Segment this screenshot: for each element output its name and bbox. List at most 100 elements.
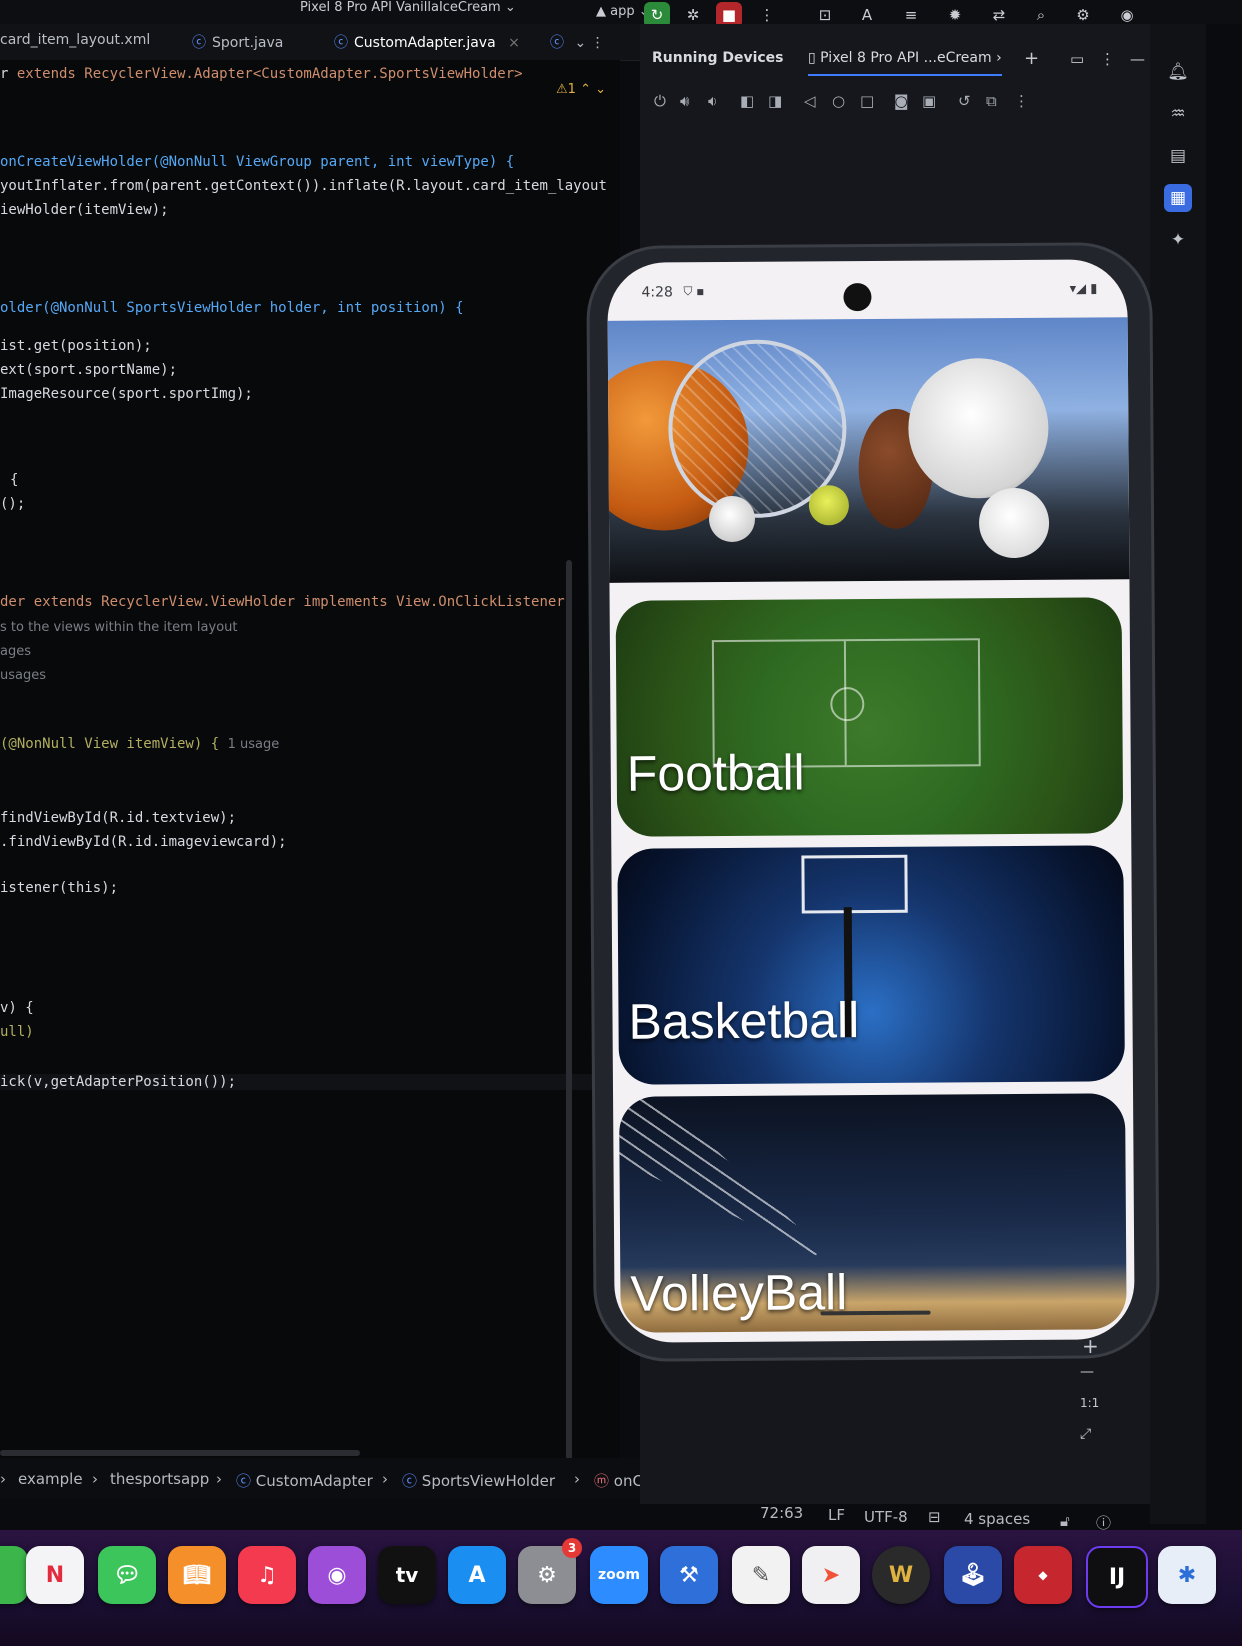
right-tool-strip: 🔔︎ ♒ ▤ ▦ ✦	[1150, 24, 1206, 1524]
top-toolbar: Pixel 8 Pro API VanillaIceCream ⌄ ▲ app …	[0, 0, 1242, 28]
caret-position[interactable]: 72:63	[760, 1504, 803, 1522]
translate-icon: A	[861, 6, 873, 24]
breadcrumb-label: CustomAdapter	[255, 1472, 373, 1490]
dock-zoom-icon[interactable]: zoom	[590, 1546, 648, 1604]
file-encoding[interactable]: UTF-8	[864, 1508, 908, 1526]
dock-music-icon[interactable]: ♫	[238, 1546, 296, 1604]
code-line-3: youtInflater.from(parent.getContext()).i…	[0, 178, 607, 194]
code-line-19: v) {	[0, 1000, 34, 1016]
notifications-button[interactable]: 🔔︎	[1164, 58, 1192, 86]
dock-facetime-icon[interactable]	[0, 1546, 28, 1604]
dock-textedit-icon[interactable]: ✎	[732, 1546, 790, 1604]
rotate-left-icon[interactable]: ◧	[740, 92, 754, 110]
editor-vertical-scrollbar[interactable]	[566, 560, 572, 1460]
usage-hint[interactable]: 1 usage	[228, 737, 280, 752]
breadcrumb-item[interactable]: ⓒ CustomAdapter	[236, 1470, 373, 1491]
line-ending[interactable]: LF	[828, 1506, 845, 1524]
dock-xcode-icon[interactable]: ⚒	[660, 1546, 718, 1604]
zoom-out-button[interactable]: —	[1080, 1364, 1094, 1380]
device-file-explorer-button[interactable]: ▤	[1164, 142, 1192, 170]
minimize-icon[interactable]: —	[1130, 50, 1145, 68]
record-icon[interactable]: ▣	[922, 92, 936, 110]
snapshot-icon[interactable]: ⧉	[986, 92, 997, 110]
volume-down-icon[interactable]: 🔉︎	[708, 92, 717, 110]
code-line-17: .findViewById(R.id.imageviewcard);	[0, 834, 287, 850]
dock-news-icon[interactable]: N	[26, 1546, 84, 1604]
warnings-indicator[interactable]: ⚠1 ⌃ ⌄	[556, 82, 606, 97]
running-devices-button[interactable]: ▦	[1164, 184, 1192, 212]
dock-zoom-label: zoom	[598, 1567, 640, 1583]
dock-appstore-icon[interactable]: A	[448, 1546, 506, 1604]
sport-card-basketball[interactable]: Basketball	[617, 845, 1125, 1085]
code-line-5: older(@NonNull SportsViewHolder holder, …	[0, 300, 464, 316]
lock-icon[interactable]: 🔓︎	[1060, 1512, 1070, 1530]
tab-custom-adapter[interactable]: ⓒ CustomAdapter.java ×	[334, 32, 546, 62]
dock-podcasts-icon[interactable]: ◉	[308, 1546, 366, 1604]
zoom-actual-size-button[interactable]: 1:1	[1080, 1396, 1099, 1410]
volleyball-net-image	[619, 1095, 820, 1256]
more-vertical-icon[interactable]: ⋮	[1014, 92, 1029, 110]
warning-icon: ⚠	[556, 82, 568, 97]
device-file-icon: ▤	[1169, 146, 1187, 166]
dock-tv-label: tv	[395, 1563, 419, 1587]
add-device-icon[interactable]: +	[1024, 48, 1039, 69]
dock-game-icon[interactable]: ◆	[1014, 1546, 1072, 1604]
breadcrumb: › example › thesportsapp › ⓒ CustomAdapt…	[0, 1458, 668, 1498]
home-icon[interactable]: ○	[832, 92, 845, 110]
phone-screen[interactable]: 4:28 ⛉ ▪ ▾◢ ▮ Football Basketball Volley…	[607, 259, 1135, 1343]
breadcrumb-chevron-icon: ›	[574, 1470, 580, 1488]
breadcrumb-item[interactable]: ⓒ SportsViewHolder	[402, 1470, 555, 1491]
macos-dock: N 💬︎ 📖︎ ♫ ◉ tv A ⚙ 3 zoom ⚒ ✎ ➤ W 🕹︎ ◆ IJ…	[0, 1530, 1242, 1646]
rerun-icon: ↻	[650, 6, 664, 24]
run-config-label: app	[610, 4, 635, 19]
dock-system-settings-icon[interactable]: ⚙ 3	[518, 1538, 582, 1604]
memory-icon[interactable]: ⊟	[928, 1508, 941, 1526]
dock-appletv-icon[interactable]: tv	[378, 1546, 436, 1604]
power-icon[interactable]: ⏻	[654, 92, 666, 110]
breadcrumb-item[interactable]: thesportsapp	[110, 1470, 209, 1488]
dock-joystick-icon[interactable]: 🕹︎	[944, 1546, 1002, 1604]
device-selector[interactable]: Pixel 8 Pro API VanillaIceCream ⌄	[300, 0, 516, 15]
tab-label: Sport.java	[212, 35, 284, 51]
code-line-2: onCreateViewHolder(@NonNull ViewGroup pa…	[0, 154, 515, 170]
home-gesture-bar[interactable]	[820, 1310, 931, 1316]
zoom-fit-icon[interactable]: ⤢	[1080, 1426, 1091, 1442]
dock-swift-playgrounds-icon[interactable]: ➤	[802, 1546, 860, 1604]
volume-up-icon[interactable]: 🔊︎	[680, 92, 689, 110]
gradle-button[interactable]: ♒	[1164, 100, 1192, 128]
dock-messages-icon[interactable]: 💬︎	[98, 1546, 156, 1604]
code-editor[interactable]: r extends RecyclerView.Adapter<CustomAda…	[0, 60, 620, 1458]
running-devices-header: Running Devices ▯ Pixel 8 Pro API ...eCr…	[640, 24, 1200, 90]
close-tab-icon[interactable]: ×	[508, 35, 520, 51]
tab-card-item-layout[interactable]: card_item_layout.xml	[0, 32, 150, 48]
class-icon: ⓒ	[402, 1472, 418, 1490]
indent-setting[interactable]: 4 spaces	[964, 1510, 1030, 1528]
rotate-right-icon[interactable]: ◨	[768, 92, 782, 110]
code-line-16: findViewById(R.id.textview);	[0, 810, 237, 826]
gemini-button[interactable]: ✦	[1164, 226, 1192, 254]
dock-app-icon[interactable]: ✱	[1158, 1546, 1216, 1604]
running-devices-icon: ▦	[1169, 188, 1187, 208]
run-config-selector[interactable]: ▲ app ⌄	[596, 4, 650, 19]
user-icon: ◉	[1120, 6, 1134, 24]
back-icon[interactable]: ◁	[804, 92, 816, 110]
zoom-in-button[interactable]: +	[1082, 1334, 1099, 1358]
more-vertical-icon[interactable]: ⋮	[1100, 50, 1115, 68]
dock-books-icon[interactable]: 📖︎	[168, 1546, 226, 1604]
shuttlecock-image	[708, 495, 756, 543]
tab-sport-java[interactable]: ⓒ Sport.java	[192, 32, 283, 52]
dock-intellij-icon[interactable]: IJ	[1086, 1546, 1148, 1608]
sport-card-football[interactable]: Football	[615, 597, 1124, 837]
tab-overflow[interactable]: ⓒ ⌄ ⋮	[550, 32, 605, 52]
dock-warcraft-icon[interactable]: W	[872, 1546, 930, 1604]
sport-card-volleyball[interactable]: VolleyBall	[619, 1093, 1127, 1333]
editor-horizontal-scrollbar[interactable]	[0, 1450, 360, 1456]
overview-icon[interactable]: □	[860, 92, 874, 110]
bell-icon: 🔔︎	[1167, 62, 1189, 82]
breadcrumb-item[interactable]: example	[18, 1470, 83, 1488]
window-layout-icon[interactable]: ▭	[1070, 50, 1084, 68]
baseball-image	[978, 487, 1050, 559]
reset-icon[interactable]: ↺	[958, 92, 971, 110]
device-tab[interactable]: ▯ Pixel 8 Pro API ...eCream ›	[808, 50, 1002, 76]
camera-icon[interactable]: ◙	[894, 92, 909, 110]
